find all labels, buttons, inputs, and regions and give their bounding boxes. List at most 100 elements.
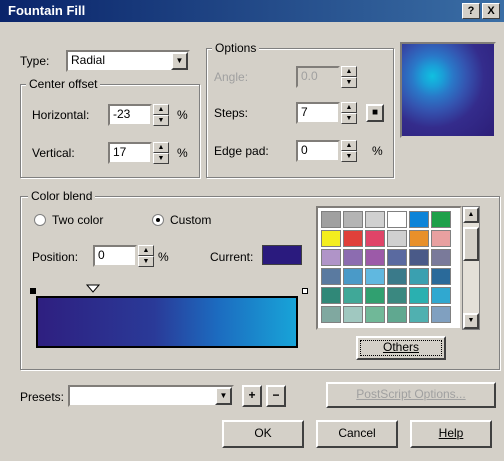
type-value: Radial [71, 53, 106, 67]
palette-swatch[interactable] [321, 249, 341, 266]
palette-swatch[interactable] [409, 249, 429, 266]
angle-spinner: ▲ ▼ [341, 66, 357, 88]
steps-spinner[interactable]: ▲ ▼ [341, 102, 357, 124]
horizontal-spinner[interactable]: ▲ ▼ [153, 104, 169, 126]
lock-icon: ■ [371, 107, 379, 118]
spin-up-icon[interactable]: ▲ [341, 140, 357, 151]
add-preset-button[interactable]: + [242, 385, 262, 407]
horizontal-input[interactable]: -23 [108, 104, 152, 126]
others-label: Others [382, 340, 419, 354]
lock-steps-button[interactable]: ■ [366, 104, 384, 122]
options-legend: Options [212, 41, 260, 55]
spin-up-icon[interactable]: ▲ [153, 142, 169, 153]
scroll-thumb[interactable] [463, 227, 479, 261]
palette-swatch[interactable] [387, 249, 407, 266]
palette-swatch[interactable] [387, 230, 407, 247]
title-bar: Fountain Fill ? X [0, 0, 504, 22]
window-title: Fountain Fill [8, 3, 86, 18]
position-marker-icon[interactable] [86, 284, 100, 293]
angle-input: 0.0 [296, 66, 340, 88]
palette-swatch[interactable] [409, 306, 429, 323]
palette-swatch[interactable] [387, 287, 407, 304]
color-palette [316, 206, 462, 330]
spin-up-icon[interactable]: ▲ [341, 102, 357, 113]
palette-swatch[interactable] [321, 211, 341, 228]
palette-swatch[interactable] [409, 230, 429, 247]
palette-swatch[interactable] [343, 211, 363, 228]
palette-swatch[interactable] [431, 268, 451, 285]
two-color-radio[interactable] [34, 214, 46, 226]
start-marker-icon[interactable] [30, 288, 36, 294]
vertical-spinner[interactable]: ▲ ▼ [153, 142, 169, 164]
palette-swatch[interactable] [365, 306, 385, 323]
center-offset-legend: Center offset [26, 77, 101, 91]
spin-down-icon[interactable]: ▼ [341, 113, 357, 124]
palette-swatch[interactable] [321, 268, 341, 285]
gradient-bar[interactable] [36, 296, 298, 348]
presets-dropdown-arrow-icon[interactable]: ▼ [215, 387, 232, 405]
palette-swatch[interactable] [387, 306, 407, 323]
scroll-up-icon[interactable]: ▲ [463, 207, 479, 223]
palette-swatch[interactable] [387, 211, 407, 228]
spin-up-icon: ▲ [341, 66, 357, 77]
ok-button[interactable]: OK [222, 420, 304, 448]
edge-pad-unit: % [372, 144, 383, 158]
postscript-options-button: PostScript Options... [326, 382, 496, 408]
help-title-button[interactable]: ? [462, 3, 480, 19]
palette-swatch[interactable] [343, 249, 363, 266]
palette-swatch[interactable] [431, 211, 451, 228]
spin-down-icon[interactable]: ▼ [153, 153, 169, 164]
postscript-label: PostScript Options... [356, 387, 466, 401]
steps-input[interactable]: 7 [296, 102, 340, 124]
angle-label: Angle: [214, 70, 249, 84]
palette-swatch[interactable] [321, 230, 341, 247]
palette-swatch[interactable] [431, 287, 451, 304]
presets-label: Presets: [20, 390, 65, 404]
palette-swatch[interactable] [365, 268, 385, 285]
cancel-button[interactable]: Cancel [316, 420, 398, 448]
palette-scrollbar[interactable]: ▲ ▼ [462, 206, 480, 330]
edge-pad-input[interactable]: 0 [296, 140, 340, 162]
vertical-input[interactable]: 17 [108, 142, 152, 164]
palette-swatch[interactable] [365, 211, 385, 228]
horizontal-unit: % [177, 108, 188, 122]
type-dropdown-arrow-icon[interactable]: ▼ [171, 52, 188, 70]
spin-up-icon[interactable]: ▲ [153, 104, 169, 115]
current-label: Current: [210, 250, 254, 264]
custom-radio[interactable] [152, 214, 164, 226]
others-button[interactable]: Others [356, 336, 446, 360]
palette-swatch[interactable] [409, 268, 429, 285]
position-spinner[interactable]: ▲ ▼ [138, 245, 154, 267]
end-marker-icon[interactable] [302, 288, 308, 294]
palette-swatch[interactable] [343, 306, 363, 323]
palette-swatch[interactable] [321, 287, 341, 304]
close-title-button[interactable]: X [482, 3, 500, 19]
spin-down-icon[interactable]: ▼ [153, 115, 169, 126]
remove-preset-button[interactable]: − [266, 385, 286, 407]
palette-swatch[interactable] [321, 306, 341, 323]
position-input[interactable]: 0 [93, 245, 137, 267]
palette-swatch[interactable] [343, 230, 363, 247]
spin-down-icon[interactable]: ▼ [341, 151, 357, 162]
palette-swatch[interactable] [431, 230, 451, 247]
color-blend-legend: Color blend [28, 189, 96, 203]
presets-input[interactable] [68, 385, 234, 407]
spin-down-icon[interactable]: ▼ [138, 256, 154, 267]
palette-swatch[interactable] [365, 287, 385, 304]
palette-swatch[interactable] [409, 287, 429, 304]
palette-swatch[interactable] [431, 249, 451, 266]
fountain-fill-dialog: Fountain Fill ? X Type: Radial ▼ Center … [0, 0, 504, 461]
help-button[interactable]: Help [410, 420, 492, 448]
palette-swatch[interactable] [365, 230, 385, 247]
palette-swatch[interactable] [431, 306, 451, 323]
palette-swatch[interactable] [365, 249, 385, 266]
palette-swatch[interactable] [343, 287, 363, 304]
palette-swatch[interactable] [343, 268, 363, 285]
current-color-swatch[interactable] [262, 245, 302, 265]
edge-pad-spinner[interactable]: ▲ ▼ [341, 140, 357, 162]
palette-swatch[interactable] [409, 211, 429, 228]
palette-grid [318, 208, 460, 328]
palette-swatch[interactable] [387, 268, 407, 285]
spin-up-icon[interactable]: ▲ [138, 245, 154, 256]
scroll-down-icon[interactable]: ▼ [463, 313, 479, 329]
